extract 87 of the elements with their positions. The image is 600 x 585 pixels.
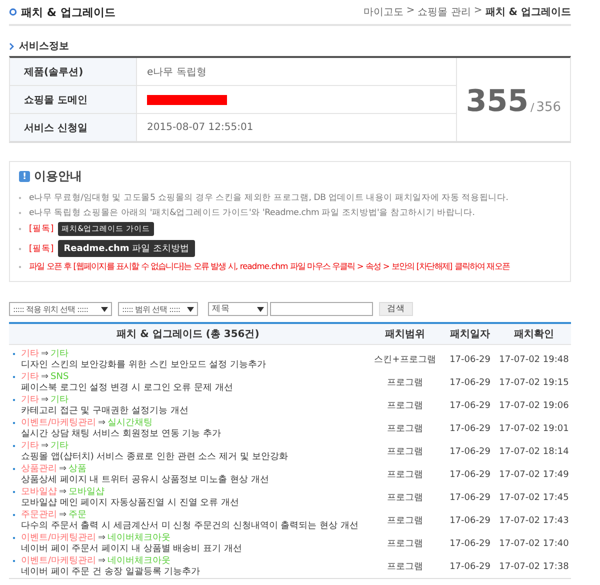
patch-title[interactable]: 다수의 주문서 출력 시 세금계산서 미 신청 주문건의 신청내역이 출력되는 현상 개선 (13, 520, 367, 532)
table-cell-text: 17-06-29 (448, 562, 492, 572)
table-cell-text: 스킨+프로그램 (373, 354, 437, 366)
arrow-text: ⇒ (59, 464, 67, 474)
arrow-text: ⇒ (41, 394, 49, 406)
dropdown[interactable]: ::::: 적용 위치 선택 ::::: (9, 302, 112, 316)
table-cell-text: 17-07-02 18:14 (498, 446, 570, 456)
patch-count: 355 (466, 84, 529, 119)
table-cell-text: 17-06-29 (448, 492, 492, 502)
table-cell-text: 17-07-02 17:43 (498, 516, 570, 526)
row-value: e나무 독립형 (147, 66, 206, 78)
row-label: 서비스 신청일 (10, 114, 137, 141)
patch-title[interactable]: 실시간 상담 채팅 서비스 회원정보 연동 기능 추가 (13, 428, 367, 440)
table-cell-text: 17-06-29 (448, 424, 492, 434)
table-cell-text: 17-07-02 17:40 (498, 538, 570, 548)
row-value: 2015-08-07 12:55:01 (147, 122, 254, 133)
breadcrumb-item[interactable]: 마이고도 (363, 5, 404, 19)
table-cell-text: 프로그램 (386, 515, 424, 527)
table-cell-text: 17-07-02 19:06 (498, 400, 570, 410)
table-cell-text: 17-07-02 17:38 (498, 562, 570, 572)
caret-icon (187, 306, 194, 312)
breadcrumb-current: 패치 & 업그레이드 (485, 6, 571, 19)
column-header: 패치범위 (384, 328, 426, 341)
table-cell-text: 17-06-29 (448, 538, 492, 548)
table-cell-text: 17-07-02 17:49 (498, 470, 570, 480)
table-cell-text: 17-06-29 (448, 354, 492, 364)
patch-title[interactable]: 페이스북 로그인 설정 변경 시 로그인 오류 문제 개선 (13, 382, 367, 394)
patch-title[interactable]: 네이버 페이 주문서 페이지 내 상품별 배송비 표기 개선 (13, 544, 367, 554)
chevron-icon (9, 42, 14, 50)
info-icon: ! (19, 171, 30, 182)
must-read-label: [필독] (29, 223, 54, 235)
arrow-text: ⇒ (59, 486, 67, 498)
arrow-text: ⇒ (98, 418, 106, 428)
dropdown[interactable]: ::::: 범위 선택 ::::: (118, 302, 198, 316)
arrow-text: ⇒ (98, 556, 106, 566)
table-cell-text: 17-07-02 17:45 (498, 492, 570, 502)
table-cell-text: 프로그램 (386, 423, 424, 435)
patch-total: 356 (536, 100, 562, 115)
table-cell-text: 프로그램 (386, 469, 424, 481)
table-cell-text: 17-07-02 19:15 (498, 378, 570, 388)
table-cell-text: 17-06-29 (448, 400, 492, 410)
separator: / (530, 101, 534, 114)
patch-title[interactable]: 쇼핑몰 앱(샵터치) 서비스 종료로 인한 관련 소스 제거 및 보안강화 (13, 452, 367, 462)
breadcrumb-item[interactable]: 쇼핑몰 관리 (418, 5, 471, 19)
guide-warning: 파일 오픈 후 [웹페이지를 표시할 수 없습니다]는 오류 발생 시, readme.chm 파일 마우스 우클릭 > 속성 > 보안의 [차단해제] 클릭하여 재오픈 (29, 261, 510, 272)
breadcrumb-item[interactable]: > (406, 5, 415, 19)
table-cell-text: 17-06-29 (448, 378, 492, 388)
must-read-label: [필독] (29, 242, 54, 254)
table-cell-text: 17-06-29 (448, 446, 492, 456)
table-cell-text: 프로그램 (386, 377, 424, 389)
arrow-text: ⇒ (41, 372, 49, 382)
column-header: 패치일자 (449, 328, 491, 341)
section-title: 서비스정보 (19, 40, 69, 53)
patch-title[interactable]: 모바일샵 메인 페이지 자동상품진열 시 진열 오류 개선 (13, 498, 367, 508)
search-button[interactable]: 검색 (379, 302, 413, 316)
table-cell-text: 17-06-29 (448, 516, 492, 526)
arrow-text: ⇒ (41, 348, 49, 360)
table-cell-text: 프로그램 (386, 538, 424, 550)
table-cell-text: 17-07-02 19:01 (498, 424, 570, 434)
search-field[interactable] (270, 302, 373, 316)
circle-bullet-icon (9, 8, 17, 16)
patch-title[interactable]: 상품상세 페이지 내 트위터 공유시 상품정보 미노출 현상 개선 (13, 474, 367, 486)
arrow-text: ⇒ (41, 440, 49, 452)
caret-icon (101, 306, 108, 312)
table-cell-text: 프로그램 (386, 492, 424, 504)
breadcrumb-item[interactable]: > (474, 5, 482, 19)
guide-note: e나무 독립형 쇼핑몰은 아래의 '패치&업그레이드 가이드'와 'Readme.chm 파일 조치방법'을 참고하시기 바랍니다. (29, 206, 475, 218)
guide-button[interactable]: Readme.chm 파일 조치방법 (58, 240, 196, 257)
guide-title: 이용안내 (34, 168, 82, 185)
page-title: 패치 & 업그레이드 (21, 4, 116, 20)
table-cell-text: 17-07-02 19:48 (498, 354, 570, 364)
column-header: 패치 & 업그레이드 (총 356건) (116, 328, 260, 341)
guide-note: e나무 무료형/임대형 및 고도몰5 쇼핑몰의 경우 스킨을 제외한 프로그램, DB 업데이트 내용이 패치일자에 자동 적용됩니다. (29, 192, 508, 204)
table-cell-text: 17-06-29 (448, 470, 492, 480)
patch-title[interactable]: 카테고리 접근 및 구매권한 설정기능 개선 (13, 406, 367, 416)
table-cell-text: 프로그램 (386, 446, 424, 458)
patch-title[interactable]: 디자인 스킨의 보안강화를 위한 스킨 보안모드 설정 기능추가 (13, 360, 367, 370)
arrow-text: ⇒ (98, 532, 106, 544)
caret-icon (257, 306, 264, 312)
column-header: 패치확인 (513, 328, 555, 341)
table-cell-text: 프로그램 (386, 400, 424, 412)
row-label: 제품(솔루션) (10, 58, 137, 85)
dropdown[interactable]: 제목 (208, 302, 268, 316)
table-cell-text: 프로그램 (386, 561, 424, 573)
patch-title[interactable]: 네이버 페이 주문 건 송장 일괄등록 기능추가 (13, 566, 367, 578)
row-label: 쇼핑몰 도메인 (10, 86, 137, 113)
arrow-text: ⇒ (59, 510, 67, 520)
